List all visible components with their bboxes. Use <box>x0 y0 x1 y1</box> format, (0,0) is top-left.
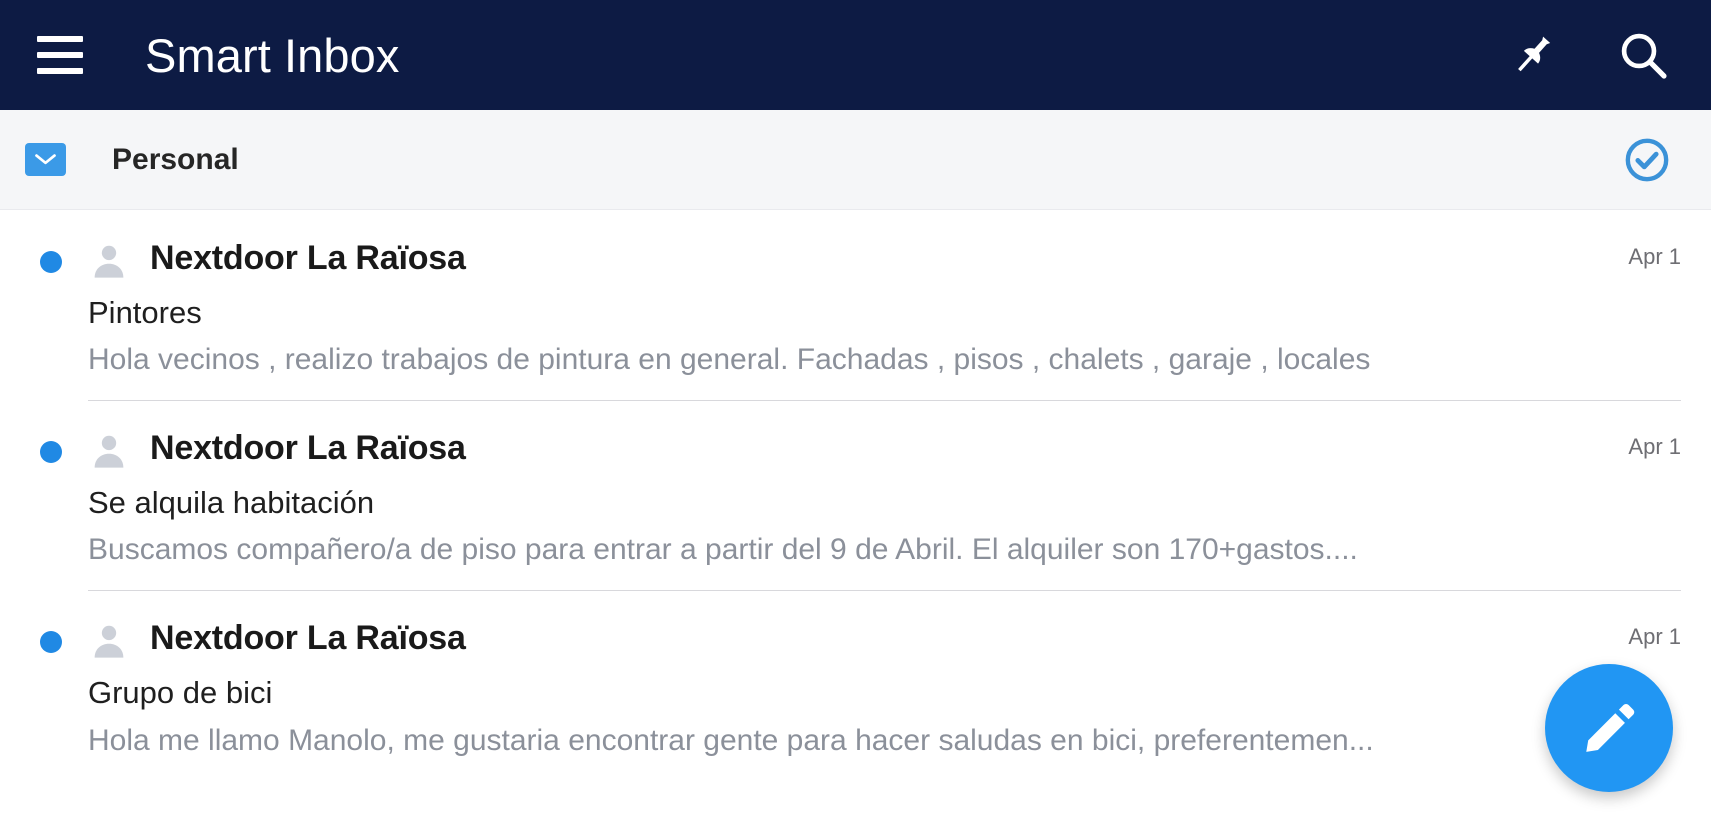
search-icon[interactable] <box>1613 25 1673 85</box>
page-title: Smart Inbox <box>145 28 400 82</box>
unread-indicator-wrap <box>25 238 88 378</box>
message-list-item[interactable]: Nextdoor La Raïosa Apr 1 Pintores Hola v… <box>0 210 1711 401</box>
message-preview: Hola vecinos , realizo trabajos de pintu… <box>88 343 1371 377</box>
message-content: Nextdoor La Raïosa Apr 1 Grupo de bici H… <box>88 618 1681 758</box>
message-date: Apr 1 <box>1628 244 1681 269</box>
pin-icon[interactable] <box>1503 25 1563 85</box>
account-header[interactable]: Personal <box>0 110 1711 210</box>
hamburger-line <box>37 68 83 74</box>
message-content: Nextdoor La Raïosa Apr 1 Se alquila habi… <box>88 428 1681 568</box>
pencil-icon <box>1586 703 1635 752</box>
hamburger-line <box>37 52 83 58</box>
message-list-item[interactable]: Nextdoor La Raïosa Apr 1 Grupo de bici H… <box>0 590 1711 781</box>
email-app-screen: Smart Inbox Personal Nextdoor La Raïosa … <box>0 0 1711 822</box>
message-preview: Buscamos compañero/a de piso para entrar… <box>88 533 1358 567</box>
unread-indicator-wrap <box>25 618 88 758</box>
app-bar-actions <box>1503 25 1673 85</box>
envelope-icon <box>25 143 66 176</box>
message-subject: Grupo de bici <box>88 675 273 711</box>
message-content: Nextdoor La Raïosa Apr 1 Pintores Hola v… <box>88 238 1681 378</box>
hamburger-line <box>37 36 83 42</box>
message-subject: Se alquila habitación <box>88 485 375 521</box>
message-header: Nextdoor La Raïosa Apr 1 <box>88 238 1681 282</box>
message-sender: Nextdoor La Raïosa <box>150 239 466 277</box>
person-avatar-icon <box>94 435 124 468</box>
message-date: Apr 1 <box>1628 624 1681 650</box>
message-subject: Pintores <box>88 295 202 330</box>
message-sender: Nextdoor La Raïosa <box>150 429 466 468</box>
message-preview: Hola me llamo Manolo, me gustaria encont… <box>88 723 1374 757</box>
compose-button[interactable] <box>1545 664 1673 792</box>
check-circle-icon[interactable] <box>1621 134 1673 186</box>
message-list-item[interactable]: Nextdoor La Raïosa Apr 1 Se alquila habi… <box>0 400 1711 591</box>
message-header: Nextdoor La Raïosa Apr 1 <box>88 428 1681 472</box>
message-sender: Nextdoor La Raïosa <box>150 619 466 658</box>
message-header: Nextdoor La Raïosa Apr 1 <box>88 618 1681 662</box>
person-avatar-icon <box>94 626 124 658</box>
message-date: Apr 1 <box>1628 434 1681 460</box>
app-bar: Smart Inbox <box>0 0 1711 110</box>
unread-dot <box>40 441 62 464</box>
message-list: Nextdoor La Raïosa Apr 1 Pintores Hola v… <box>0 210 1711 781</box>
unread-dot <box>40 251 62 273</box>
unread-indicator-wrap <box>25 428 88 568</box>
account-name-label: Personal <box>112 142 239 176</box>
unread-dot <box>40 631 62 654</box>
person-avatar-icon <box>94 245 124 278</box>
hamburger-menu-icon[interactable] <box>34 33 86 77</box>
